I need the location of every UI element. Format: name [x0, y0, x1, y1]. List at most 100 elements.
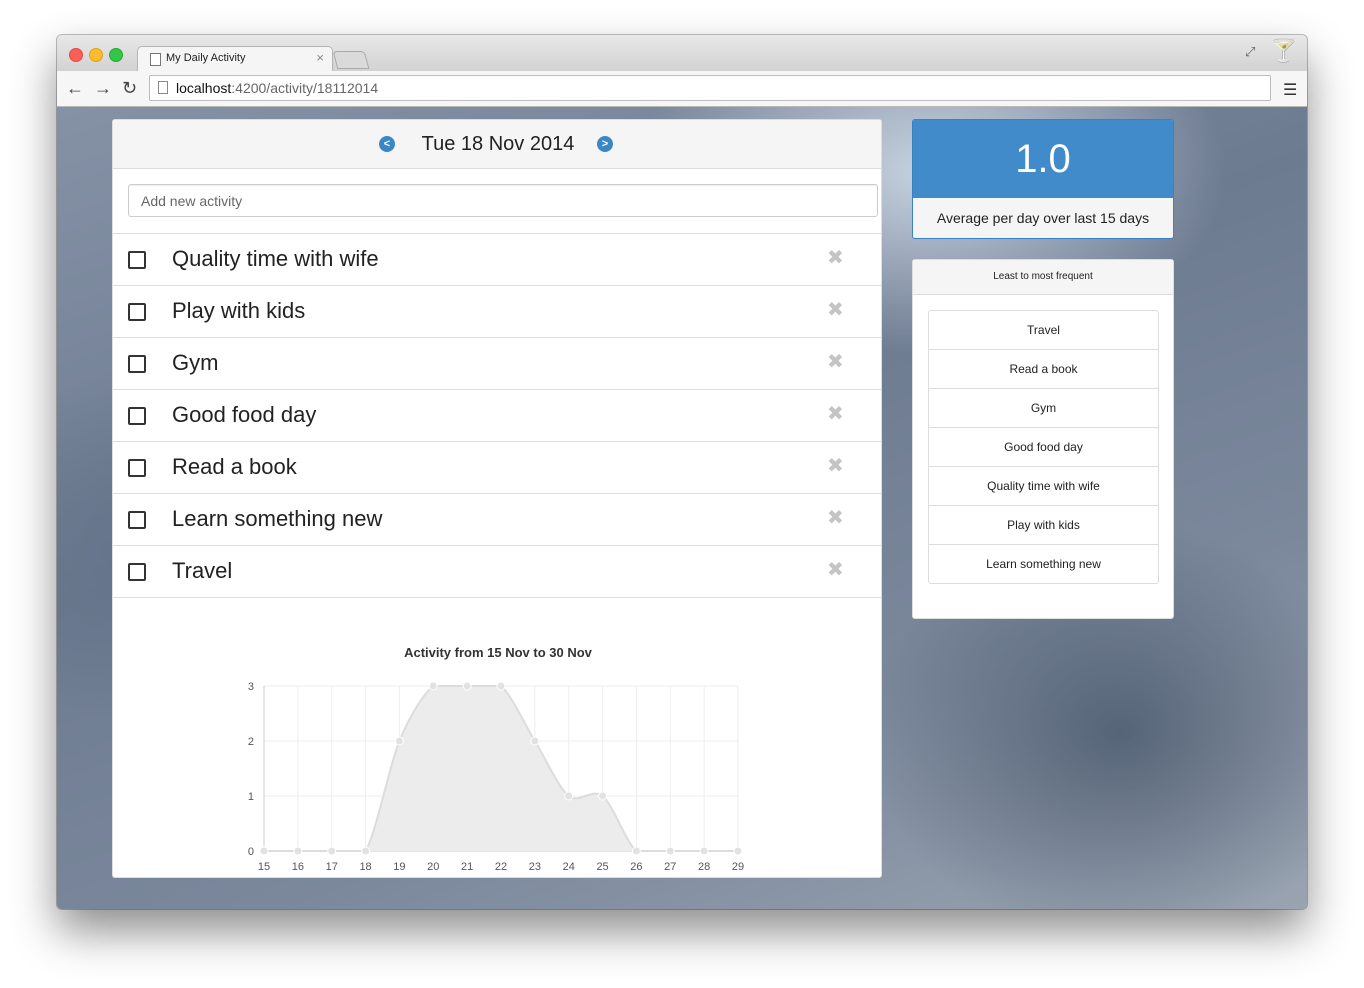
data-point	[699, 846, 709, 856]
y-tick-label: 0	[248, 846, 254, 858]
page-icon	[150, 53, 161, 66]
activity-checkbox[interactable]	[128, 355, 146, 373]
data-point	[327, 846, 337, 856]
activity-checkbox[interactable]	[128, 511, 146, 529]
activity-row: Learn something new ✖	[113, 494, 881, 546]
arrow-left-icon[interactable]: ←	[66, 78, 84, 99]
close-icon[interactable]: ✖	[827, 349, 844, 374]
window-minimize-button[interactable]	[89, 48, 103, 62]
frequency-list: Travel Read a book Gym Good food day Qua…	[928, 310, 1159, 584]
hamburger-menu-icon[interactable]: ☰	[1283, 80, 1297, 100]
data-point	[631, 846, 641, 856]
activity-chart-svg: Activity from 15 Nov to 30 Nov 012315 16 1…	[248, 645, 744, 873]
window-close-button[interactable]	[69, 48, 83, 62]
tab-bar: My Daily Activity × ⤢ 🍸	[57, 35, 1307, 72]
date-header: < Tue 18 Nov 2014 >	[113, 120, 881, 169]
new-tab-button[interactable]	[332, 51, 370, 69]
x-tick-label: 18	[359, 861, 371, 873]
average-caption: Average per day over last 15 days	[936, 210, 1150, 226]
list-item[interactable]: Travel	[929, 311, 1158, 350]
close-icon[interactable]: ✖	[827, 453, 844, 478]
data-point	[530, 736, 540, 746]
activity-label: Travel	[172, 558, 233, 583]
x-tick-label: 27	[664, 861, 676, 873]
activity-label: Read a book	[172, 454, 297, 479]
browser-window: My Daily Activity × ⤢ 🍸 ← → ↻ localhost:…	[57, 35, 1307, 909]
y-tick-label: 2	[248, 736, 254, 748]
close-icon[interactable]: ✖	[827, 297, 844, 322]
y-tick-label: 3	[248, 681, 254, 693]
activity-list: Quality time with wife ✖ Play with kids …	[113, 233, 881, 598]
data-point	[259, 846, 269, 856]
tab-title: My Daily Activity	[166, 52, 246, 64]
reload-icon[interactable]: ↻	[122, 78, 137, 99]
list-item[interactable]: Good food day	[929, 428, 1158, 467]
x-tick-label: 26	[630, 861, 642, 873]
list-item[interactable]: Learn something new	[929, 545, 1158, 583]
close-icon[interactable]: ✖	[827, 245, 844, 270]
page-viewport: < Tue 18 Nov 2014 > Quality time with wi…	[57, 107, 1307, 909]
data-point	[665, 846, 675, 856]
data-point	[394, 736, 404, 746]
page-title: Tue 18 Nov 2014	[421, 133, 575, 155]
close-icon[interactable]: ✖	[827, 505, 844, 530]
cocktail-icon[interactable]: 🍸	[1270, 38, 1297, 64]
activity-checkbox[interactable]	[128, 303, 146, 321]
x-tick-label: 21	[461, 861, 473, 873]
activity-row: Quality time with wife ✖	[113, 234, 881, 286]
chart-title: Activity from 15 Nov to 30 Nov	[404, 645, 593, 660]
data-point	[428, 681, 438, 691]
activity-row: Read a book ✖	[113, 442, 881, 494]
activity-checkbox[interactable]	[128, 563, 146, 581]
list-item[interactable]: Gym	[929, 389, 1158, 428]
activity-label: Gym	[172, 350, 219, 375]
activity-checkbox[interactable]	[128, 251, 146, 269]
window-zoom-button[interactable]	[109, 48, 123, 62]
browser-toolbar: ← → ↻ localhost:4200/activity/18112014 ☰	[57, 71, 1307, 107]
activity-row: Travel ✖	[113, 546, 881, 598]
arrow-right-icon[interactable]: →	[94, 78, 112, 99]
average-panel: 1.0 Average per day over last 15 days	[912, 119, 1174, 239]
x-tick-label: 29	[732, 861, 744, 873]
activity-label: Learn something new	[172, 506, 383, 531]
url-path: :4200/activity/18112014	[231, 80, 379, 96]
frequency-header: Least to most frequent	[913, 260, 1173, 295]
fullscreen-icon[interactable]: ⤢	[1245, 44, 1255, 60]
tab-close-icon[interactable]: ×	[316, 50, 324, 65]
data-point	[733, 846, 743, 856]
x-tick-label: 22	[495, 861, 507, 873]
x-tick-label: 20	[427, 861, 439, 873]
activity-row: Play with kids ✖	[113, 286, 881, 338]
circle-arrow-right-icon[interactable]: >	[597, 136, 613, 152]
y-tick-label: 1	[248, 791, 254, 803]
x-tick-label: 17	[326, 861, 338, 873]
activity-chart: Activity from 15 Nov to 30 Nov 0 1 2 3 15 16 1…	[233, 628, 753, 873]
circle-arrow-left-icon[interactable]: <	[379, 136, 395, 152]
activity-label: Good food day	[172, 402, 317, 427]
frequency-panel: Least to most frequent Travel Read a boo…	[912, 259, 1174, 619]
data-point	[293, 846, 303, 856]
close-icon[interactable]: ✖	[827, 557, 844, 582]
list-item[interactable]: Read a book	[929, 350, 1158, 389]
activity-checkbox[interactable]	[128, 459, 146, 477]
list-item[interactable]: Play with kids	[929, 506, 1158, 545]
activity-label: Play with kids	[172, 298, 306, 323]
x-tick-label: 19	[393, 861, 405, 873]
activity-row: Gym ✖	[113, 338, 881, 390]
x-tick-label: 23	[529, 861, 541, 873]
page-icon	[158, 81, 168, 94]
x-tick-label: 24	[563, 861, 575, 873]
data-point	[598, 791, 608, 801]
activity-checkbox[interactable]	[128, 407, 146, 425]
list-item[interactable]: Quality time with wife	[929, 467, 1158, 506]
new-activity-input[interactable]	[128, 184, 878, 217]
browser-tab[interactable]: My Daily Activity ×	[137, 46, 333, 72]
url-text: localhost:4200/activity/18112014	[176, 80, 378, 96]
url-host: localhost	[176, 80, 232, 96]
close-icon[interactable]: ✖	[827, 401, 844, 426]
activity-panel: < Tue 18 Nov 2014 > Quality time with wi…	[112, 119, 882, 878]
x-tick-label: 15	[258, 861, 270, 873]
average-value: 1.0	[913, 120, 1173, 198]
x-tick-label: 25	[596, 861, 608, 873]
address-bar[interactable]: localhost:4200/activity/18112014	[149, 75, 1271, 101]
